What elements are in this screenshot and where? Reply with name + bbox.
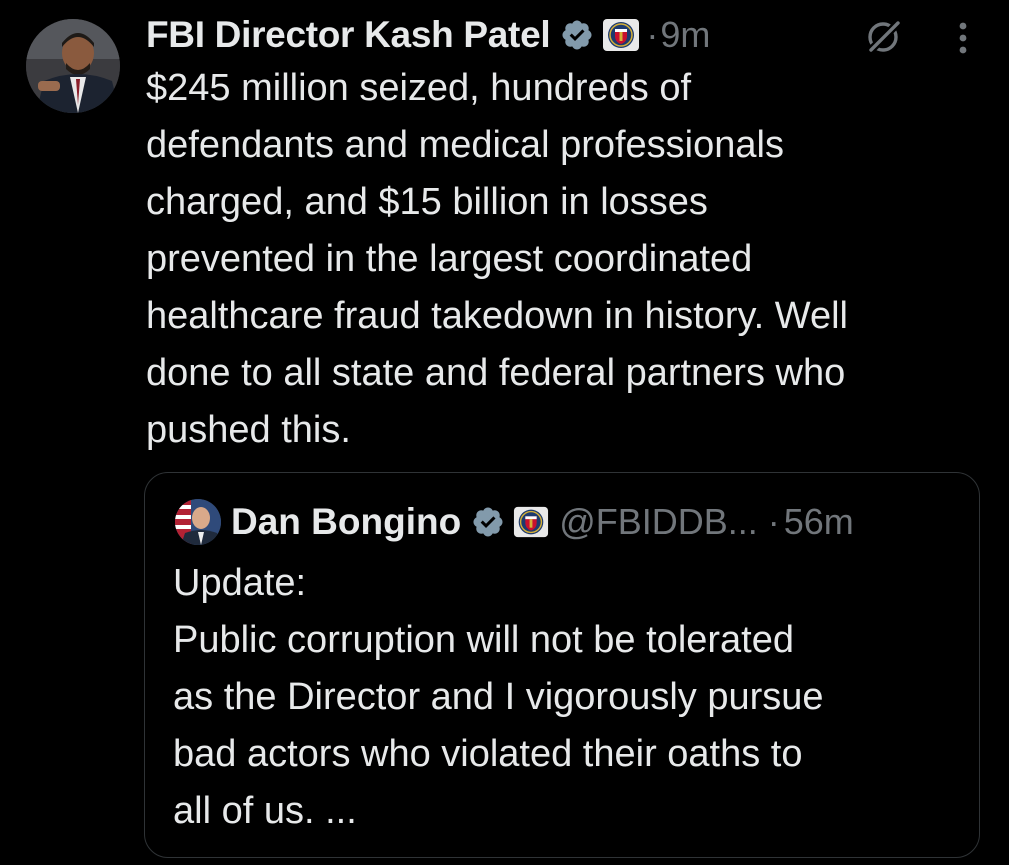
verified-badge-icon[interactable] (471, 505, 505, 539)
author-avatar[interactable] (26, 19, 120, 113)
separator-dot: · (767, 501, 780, 542)
separator-dot: · (646, 14, 659, 55)
more-vertical-icon[interactable] (945, 16, 981, 56)
quoted-tweet[interactable]: Dan Bongino @FBIDDB... · 56m Update: Pub… (144, 472, 980, 858)
quoted-author-handle[interactable]: @FBIDDB... (559, 501, 758, 543)
quoted-author-avatar[interactable] (175, 499, 221, 545)
quoted-tweet-header: Dan Bongino @FBIDDB... · 56m (231, 497, 854, 547)
tweet-timestamp[interactable]: 9m (660, 14, 710, 56)
grok-icon[interactable] (864, 16, 904, 56)
quoted-tweet-timestamp[interactable]: 56m (784, 501, 854, 543)
tweet-header: FBI Director Kash Patel · 9m (146, 12, 710, 58)
verified-badge-icon[interactable] (560, 18, 594, 52)
fbi-seal-icon[interactable] (602, 18, 640, 52)
quoted-tweet-text: Update: Public corruption will not be to… (173, 562, 824, 832)
tweet-text: $245 million seized, hundreds of defenda… (146, 67, 848, 451)
author-name[interactable]: FBI Director Kash Patel (146, 14, 551, 56)
quoted-author-name[interactable]: Dan Bongino (231, 501, 461, 543)
fbi-seal-icon[interactable] (513, 505, 549, 539)
